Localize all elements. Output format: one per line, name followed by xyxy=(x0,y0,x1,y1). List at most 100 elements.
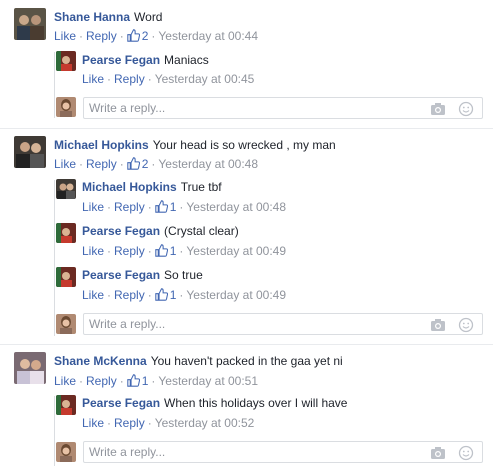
reply-body: Pearse Fegan (Crystal clear) xyxy=(82,223,239,239)
separator: · xyxy=(151,29,156,43)
reply-link[interactable]: Reply xyxy=(86,157,117,171)
author-name[interactable]: Pearse Fegan xyxy=(82,224,160,238)
like-link[interactable]: Like xyxy=(82,244,104,258)
reply-actions: Like · Reply · 1 · Yesterday at 00:49 xyxy=(82,243,286,259)
like-count[interactable]: 1 xyxy=(126,374,149,388)
comment-text: Word xyxy=(134,10,163,24)
like-link[interactable]: Like xyxy=(54,157,76,171)
reply-actions: Like · Reply · 1 · Yesterday at 00:48 xyxy=(82,199,286,215)
reply-input-box[interactable] xyxy=(83,441,483,463)
separator: · xyxy=(147,288,152,302)
avatar xyxy=(56,97,76,117)
avatar xyxy=(56,442,76,462)
comment-actions: Like · Reply · 1 · Yesterday at 00:51 xyxy=(54,373,258,389)
timestamp[interactable]: Yesterday at 00:52 xyxy=(155,416,255,430)
reply-link[interactable]: Reply xyxy=(86,374,117,388)
like-count[interactable]: 1 xyxy=(154,200,177,214)
like-link[interactable]: Like xyxy=(82,200,104,214)
thumbs-up-icon xyxy=(154,200,168,213)
timestamp[interactable]: Yesterday at 00:48 xyxy=(158,157,258,171)
camera-icon[interactable] xyxy=(430,318,446,332)
reply-link[interactable]: Reply xyxy=(86,29,117,43)
author-name[interactable]: Pearse Fegan xyxy=(82,268,160,282)
author-name[interactable]: Shane Hanna xyxy=(54,10,130,24)
separator: · xyxy=(151,157,156,171)
like-count-value: 1 xyxy=(169,200,177,214)
separator: · xyxy=(119,374,124,388)
avatar[interactable] xyxy=(56,51,76,71)
separator: · xyxy=(107,416,112,430)
timestamp[interactable]: Yesterday at 00:51 xyxy=(158,374,258,388)
reply-text: True tbf xyxy=(180,180,222,194)
author-name[interactable]: Michael Hopkins xyxy=(82,180,177,194)
comment-text: You haven't packed in the gaa yet ni xyxy=(150,354,343,368)
like-count-value: 1 xyxy=(169,288,177,302)
avatar[interactable] xyxy=(56,179,76,199)
thumbs-up-icon xyxy=(154,244,168,257)
emoji-icon[interactable] xyxy=(458,101,474,117)
camera-icon[interactable] xyxy=(430,446,446,460)
avatar[interactable] xyxy=(14,352,46,384)
comment-actions: Like · Reply · 2 · Yesterday at 00:48 xyxy=(54,156,258,172)
reply-input[interactable] xyxy=(89,444,409,460)
reply-body: Pearse Fegan Maniacs xyxy=(82,52,209,68)
separator: · xyxy=(107,200,112,214)
like-count-value: 1 xyxy=(141,374,149,388)
avatar[interactable] xyxy=(56,223,76,243)
comment-actions: Like · Reply · 2 · Yesterday at 00:44 xyxy=(54,28,258,44)
like-count[interactable]: 2 xyxy=(126,29,148,43)
separator: · xyxy=(147,416,152,430)
comment-body: Michael Hopkins Your head is so wrecked ,… xyxy=(54,137,336,153)
separator: · xyxy=(79,157,84,171)
separator: · xyxy=(147,244,152,258)
reply-link[interactable]: Reply xyxy=(114,200,145,214)
reply-input-box[interactable] xyxy=(83,313,483,335)
separator: · xyxy=(119,157,124,171)
author-name[interactable]: Pearse Fegan xyxy=(82,396,160,410)
like-count-value: 1 xyxy=(169,244,177,258)
like-link[interactable]: Like xyxy=(54,374,76,388)
reply-link[interactable]: Reply xyxy=(114,416,145,430)
like-count[interactable]: 1 xyxy=(154,244,177,258)
author-name[interactable]: Shane McKenna xyxy=(54,354,147,368)
reply-input[interactable] xyxy=(89,100,409,116)
emoji-icon[interactable] xyxy=(458,317,474,333)
reply-text: (Crystal clear) xyxy=(164,224,239,238)
like-link[interactable]: Like xyxy=(82,416,104,430)
like-count[interactable]: 2 xyxy=(126,157,148,171)
separator: · xyxy=(79,29,84,43)
reply-thread-line xyxy=(54,180,55,336)
separator: · xyxy=(179,200,184,214)
avatar[interactable] xyxy=(56,395,76,415)
comment-text: Your head is so wrecked , my man xyxy=(152,138,336,152)
separator: · xyxy=(79,374,84,388)
reply-link[interactable]: Reply xyxy=(114,72,145,86)
thumbs-up-icon xyxy=(154,288,168,301)
like-link[interactable]: Like xyxy=(82,288,104,302)
reply-input-box[interactable] xyxy=(83,97,483,119)
divider xyxy=(0,128,493,129)
avatar[interactable] xyxy=(56,267,76,287)
emoji-icon[interactable] xyxy=(458,445,474,461)
author-name[interactable]: Pearse Fegan xyxy=(82,53,160,67)
reply-body: Michael Hopkins True tbf xyxy=(82,179,222,195)
thumbs-up-icon xyxy=(126,374,140,387)
reply-input[interactable] xyxy=(89,316,409,332)
separator: · xyxy=(147,72,152,86)
like-link[interactable]: Like xyxy=(54,29,76,43)
timestamp[interactable]: Yesterday at 00:49 xyxy=(186,288,286,302)
camera-icon[interactable] xyxy=(430,102,446,116)
like-count[interactable]: 1 xyxy=(154,288,177,302)
avatar[interactable] xyxy=(14,136,46,168)
like-link[interactable]: Like xyxy=(82,72,104,86)
timestamp[interactable]: Yesterday at 00:45 xyxy=(155,72,255,86)
timestamp[interactable]: Yesterday at 00:48 xyxy=(186,200,286,214)
thumbs-up-icon xyxy=(126,29,140,42)
author-name[interactable]: Michael Hopkins xyxy=(54,138,149,152)
avatar[interactable] xyxy=(14,8,46,40)
timestamp[interactable]: Yesterday at 00:49 xyxy=(186,244,286,258)
reply-actions: Like · Reply · Yesterday at 00:52 xyxy=(82,415,254,431)
reply-link[interactable]: Reply xyxy=(114,244,145,258)
reply-link[interactable]: Reply xyxy=(114,288,145,302)
timestamp[interactable]: Yesterday at 00:44 xyxy=(158,29,258,43)
